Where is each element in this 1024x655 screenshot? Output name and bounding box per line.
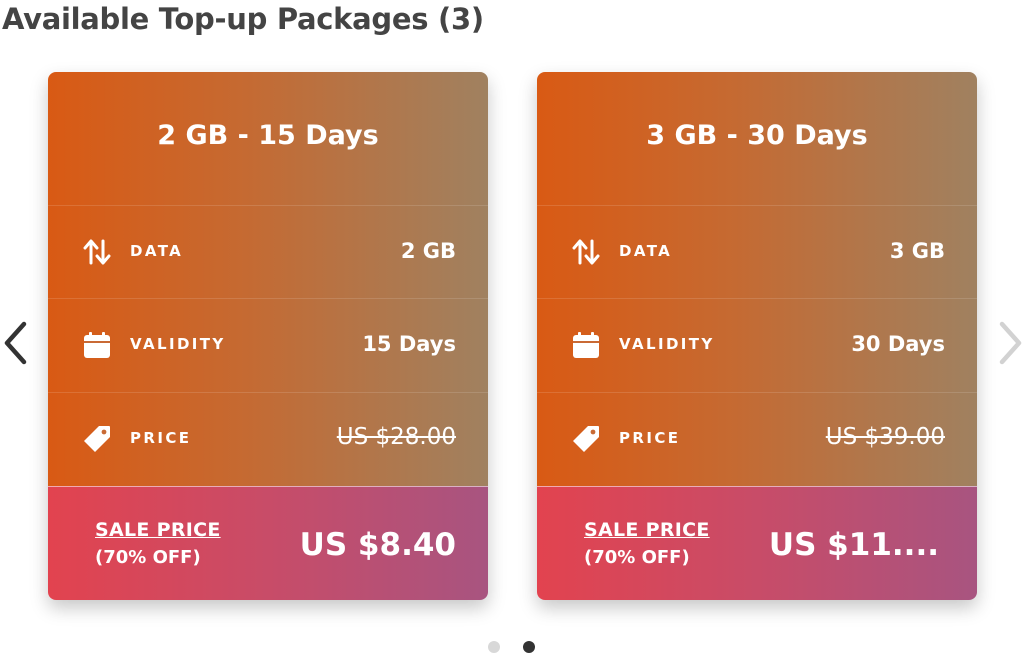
validity-value: 15 Days — [362, 332, 456, 356]
data-transfer-icon — [82, 237, 112, 267]
page-title: Available Top-up Packages (3) — [2, 2, 484, 36]
data-transfer-icon — [571, 237, 601, 267]
sale-section: SALE PRICE (70% OFF) US $11.... — [537, 486, 977, 600]
sale-section: SALE PRICE (70% OFF) US $8.40 — [48, 486, 488, 600]
data-value: 3 GB — [889, 239, 945, 263]
data-label: DATA — [619, 242, 673, 260]
price-tag-icon — [571, 424, 601, 454]
price-row: PRICE US $39.00 — [537, 392, 977, 486]
validity-label: VALIDITY — [130, 335, 226, 353]
data-label: DATA — [130, 242, 184, 260]
price-label: PRICE — [619, 429, 681, 447]
package-card-details: 3 GB - 30 Days DATA 3 GB VALIDITY 30 Day… — [537, 72, 977, 486]
pagination-dot[interactable] — [488, 641, 500, 653]
carousel-next-button[interactable] — [992, 318, 1024, 368]
validity-label: VALIDITY — [619, 335, 715, 353]
original-price: US $39.00 — [825, 424, 945, 450]
calendar-icon — [571, 330, 601, 360]
validity-value: 30 Days — [851, 332, 945, 356]
validity-row: VALIDITY 15 Days — [48, 298, 488, 392]
carousel-prev-button[interactable] — [0, 318, 34, 368]
discount-text: (70% OFF) — [95, 547, 201, 568]
sale-price-value: US $8.40 — [299, 527, 456, 563]
pagination-dot-active[interactable] — [523, 641, 535, 653]
package-card-details: 2 GB - 15 Days DATA 2 GB VALIDITY 15 Day… — [48, 72, 488, 486]
validity-row: VALIDITY 30 Days — [537, 298, 977, 392]
package-card[interactable]: 2 GB - 15 Days DATA 2 GB VALIDITY 15 Day… — [48, 72, 488, 600]
sale-price-label: SALE PRICE — [584, 519, 710, 541]
price-label: PRICE — [130, 429, 192, 447]
package-card[interactable]: 3 GB - 30 Days DATA 3 GB VALIDITY 30 Day… — [537, 72, 977, 600]
data-value: 2 GB — [400, 239, 456, 263]
chevron-left-icon — [4, 321, 27, 365]
sale-price-value: US $11.... — [768, 527, 939, 563]
data-row: DATA 3 GB — [537, 205, 977, 299]
discount-text: (70% OFF) — [584, 547, 690, 568]
package-title: 3 GB - 30 Days — [646, 120, 868, 151]
package-title: 2 GB - 15 Days — [157, 120, 379, 151]
original-price: US $28.00 — [336, 424, 456, 450]
data-row: DATA 2 GB — [48, 205, 488, 299]
price-row: PRICE US $28.00 — [48, 392, 488, 486]
sale-price-label: SALE PRICE — [95, 519, 221, 541]
chevron-right-icon — [999, 321, 1022, 365]
price-tag-icon — [82, 424, 112, 454]
calendar-icon — [82, 330, 112, 360]
carousel-pagination — [486, 641, 546, 655]
